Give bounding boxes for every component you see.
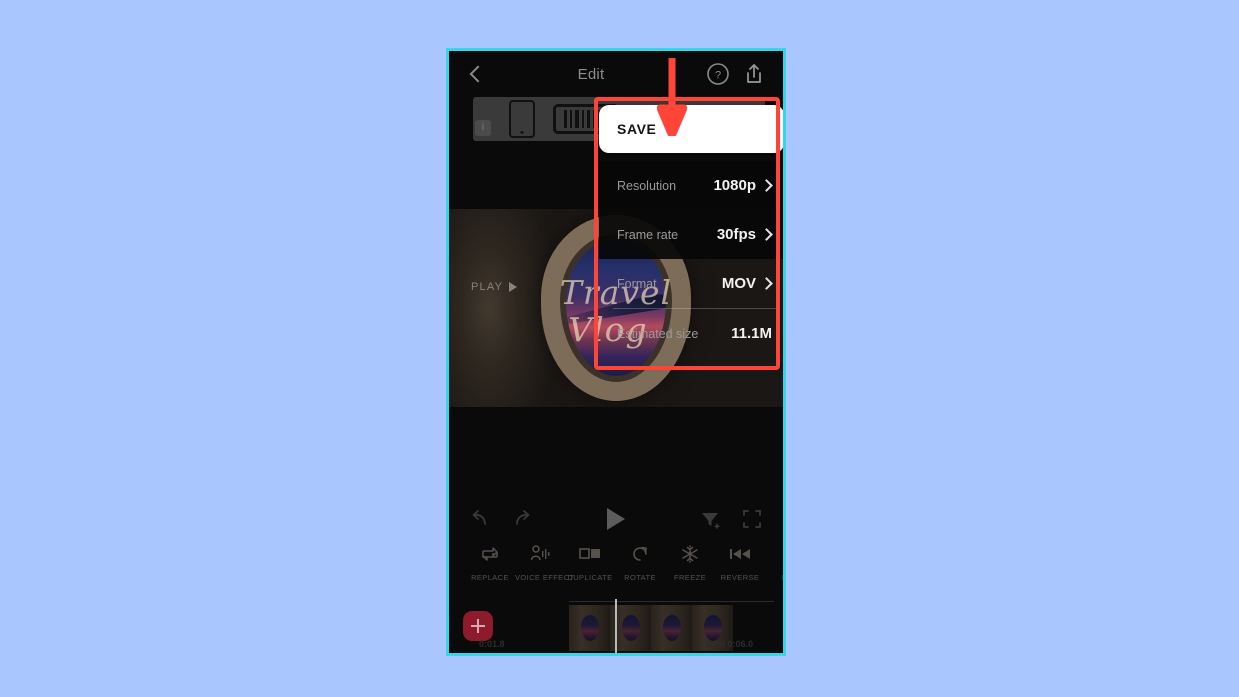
row-label: Format (617, 276, 657, 291)
tool-reverse[interactable]: REVERSE (715, 541, 765, 582)
editor-body: REPLACE VOICE EFFECT DUPLICATE ROTATE FR… (449, 407, 783, 653)
tool-label: DUPLICATE (567, 573, 613, 582)
fullscreen-expand-icon[interactable] (739, 506, 765, 532)
chevron-right-icon (762, 230, 772, 240)
time-bar: 0:01.8 Total 0:06.0 (449, 639, 783, 649)
row-value: 30fps (716, 226, 756, 243)
row-label: Frame rate (617, 227, 679, 242)
save-button[interactable]: SAVE (599, 105, 783, 153)
tool-ease[interactable]: EAS (765, 541, 783, 582)
reverse-rewind-icon (715, 541, 765, 567)
rotate-arrow-icon (615, 541, 665, 567)
export-row-format[interactable]: Format MOV (599, 259, 783, 308)
tool-label: VOICE EFFECT (515, 573, 575, 582)
row-value: MOV (721, 275, 756, 292)
info-icon[interactable]: i (475, 120, 491, 136)
row-value: 11.1M (731, 325, 772, 342)
voice-effect-icon (515, 541, 565, 567)
export-row-frame-rate[interactable]: Frame rate 30fps (599, 210, 783, 259)
tool-rotate[interactable]: ROTATE (615, 541, 665, 582)
play-button-icon[interactable] (607, 508, 625, 530)
help-circle-icon[interactable]: ? (705, 61, 731, 87)
duplicate-squares-icon (565, 541, 615, 567)
export-settings-sheet: SAVE Resolution 1080p Frame rate 30fps F… (599, 105, 783, 358)
svg-text:?: ? (715, 70, 721, 82)
row-label: Estimated size (617, 326, 699, 341)
play-hint[interactable]: PLAY (471, 281, 518, 293)
filter-funnel-icon[interactable] (697, 506, 723, 532)
tools-row: REPLACE VOICE EFFECT DUPLICATE ROTATE FR… (449, 541, 783, 595)
row-value: 1080p (713, 177, 756, 194)
export-row-resolution[interactable]: Resolution 1080p (599, 161, 783, 210)
back-chevron-icon[interactable] (465, 63, 487, 85)
replace-loop-icon (465, 541, 515, 567)
tool-label: REPLACE (471, 573, 509, 582)
tool-label: FREEZE (674, 573, 706, 582)
page-title: Edit (577, 65, 605, 83)
app-header: Edit ? (449, 51, 783, 97)
chevron-right-icon (762, 181, 772, 191)
tool-freeze[interactable]: FREEZE (665, 541, 715, 582)
tool-label: REVERSE (720, 573, 760, 582)
export-row-estimated-size: Estimated size 11.1M (599, 309, 783, 358)
phone-portrait-icon[interactable] (509, 100, 535, 138)
play-hint-label: PLAY (471, 281, 504, 293)
tool-label: EAS (765, 573, 783, 582)
save-button-label: SAVE (617, 121, 657, 137)
total-time: Total 0:06.0 (704, 639, 753, 649)
freeze-snowflake-icon (665, 541, 715, 567)
undo-arrow-icon[interactable] (467, 506, 493, 532)
share-upload-icon[interactable] (741, 61, 767, 87)
phone-screen: Edit ? i Travel Vlog PLAY REPLACE VOICE … (446, 48, 786, 656)
tool-replace[interactable]: REPLACE (465, 541, 515, 582)
redo-arrow-icon[interactable] (509, 506, 535, 532)
tool-voice-effect[interactable]: VOICE EFFECT (515, 541, 575, 582)
chevron-right-icon (762, 279, 772, 289)
play-triangle-icon (509, 282, 518, 292)
tool-label: ROTATE (624, 573, 656, 582)
ease-icon (765, 541, 783, 567)
add-plus-icon[interactable] (463, 611, 493, 641)
tool-duplicate[interactable]: DUPLICATE (565, 541, 615, 582)
row-label: Resolution (617, 178, 677, 193)
current-time: 0:01.8 (479, 639, 505, 649)
timeline-rule (569, 601, 774, 602)
playback-controls (449, 497, 783, 541)
